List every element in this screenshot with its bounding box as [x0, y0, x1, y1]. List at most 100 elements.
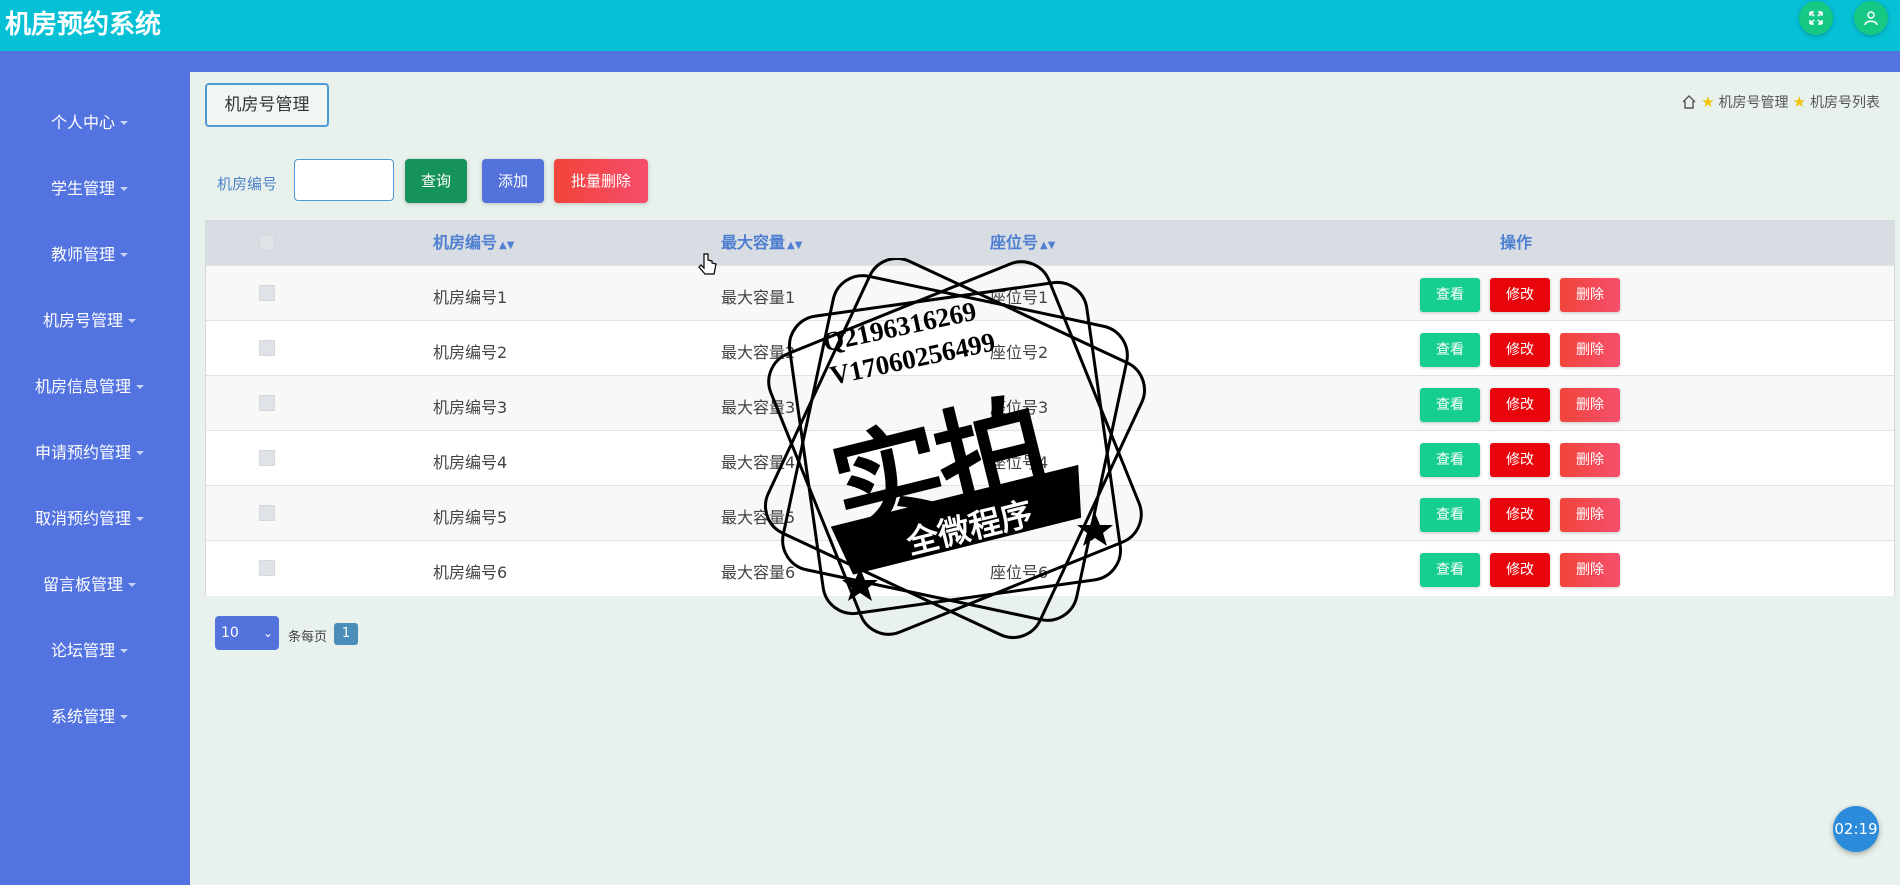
row-checkbox[interactable]	[259, 395, 275, 411]
delete-button[interactable]: 删除	[1560, 553, 1620, 587]
edit-button[interactable]: 修改	[1490, 278, 1550, 312]
sort-icon: ▲▼	[499, 240, 515, 251]
column-header-label: 机房编号	[433, 233, 498, 252]
expand-arrows-icon	[1809, 11, 1823, 25]
cell-capacity: 最大容量6	[721, 563, 796, 582]
view-button[interactable]: 查看	[1420, 553, 1480, 587]
table-row: 机房编号4 最大容量4 座位号4 查看 修改 删除	[206, 430, 1894, 486]
edit-button[interactable]: 修改	[1490, 498, 1550, 532]
query-button[interactable]: 查询	[405, 159, 467, 203]
page-size-select[interactable]: 10 ⌄	[215, 616, 279, 650]
select-all-checkbox[interactable]	[259, 235, 275, 251]
delete-button[interactable]: 删除	[1560, 333, 1620, 367]
view-button[interactable]: 查看	[1420, 443, 1480, 477]
view-button[interactable]: 查看	[1420, 333, 1480, 367]
row-checkbox[interactable]	[259, 505, 275, 521]
sidebar-item-teacher[interactable]: 教师管理	[0, 240, 190, 270]
delete-button[interactable]: 删除	[1560, 443, 1620, 477]
chevron-down-icon	[136, 451, 144, 455]
chevron-down-icon	[120, 187, 128, 191]
table-row: 机房编号3 最大容量3 座位号3 查看 修改 删除	[206, 375, 1894, 431]
star-icon: ★	[1792, 93, 1806, 111]
column-header-label: 最大容量	[721, 233, 786, 252]
table-header: 机房编号 ▲▼ 最大容量 ▲▼ 座位号 ▲▼ 操作	[206, 221, 1894, 265]
person-icon	[1864, 11, 1878, 26]
sidebar-item-room-info[interactable]: 机房信息管理	[0, 372, 190, 402]
page-size-value: 10	[221, 625, 239, 641]
sidebar-item-system[interactable]: 系统管理	[0, 702, 190, 732]
breadcrumb: ★ 机房号管理 ★ 机房号列表	[1681, 92, 1880, 112]
sidebar-item-label: 系统管理	[51, 707, 116, 726]
view-button[interactable]: 查看	[1420, 498, 1480, 532]
sidebar-item-label: 论坛管理	[51, 641, 116, 660]
edit-button[interactable]: 修改	[1490, 443, 1550, 477]
edit-button[interactable]: 修改	[1490, 388, 1550, 422]
page-number-button[interactable]: 1	[334, 623, 358, 645]
row-checkbox[interactable]	[259, 560, 275, 576]
timer-badge[interactable]: 02:19	[1833, 806, 1879, 852]
sidebar-item-room-number[interactable]: 机房号管理	[0, 306, 190, 336]
sidebar-item-student[interactable]: 学生管理	[0, 174, 190, 204]
sidebar-item-label: 取消预约管理	[35, 509, 132, 528]
edit-button[interactable]: 修改	[1490, 553, 1550, 587]
home-icon[interactable]	[1681, 94, 1697, 110]
sidebar-item-cancel-booking[interactable]: 取消预约管理	[0, 504, 190, 534]
chevron-down-icon	[136, 385, 144, 389]
sidebar-item-apply-booking[interactable]: 申请预约管理	[0, 438, 190, 468]
search-label: 机房编号	[217, 175, 278, 193]
add-button[interactable]: 添加	[482, 159, 544, 203]
mouse-cursor-icon	[698, 252, 718, 282]
room-number-search-input[interactable]	[294, 159, 394, 201]
column-header-seat-number[interactable]: 座位号 ▲▼	[990, 221, 1055, 265]
cell-capacity: 最大容量3	[721, 398, 796, 417]
breadcrumb-item[interactable]: 机房号管理	[1719, 92, 1789, 112]
per-page-label: 条每页	[288, 630, 328, 645]
sidebar-item-message-board[interactable]: 留言板管理	[0, 570, 190, 600]
batch-delete-button[interactable]: 批量删除	[554, 159, 648, 203]
cell-room-number: 机房编号3	[433, 398, 508, 417]
column-header-label: 座位号	[990, 233, 1039, 252]
cell-seat-number: 座位号3	[990, 398, 1049, 417]
delete-button[interactable]: 删除	[1560, 498, 1620, 532]
sidebar-item-personal-center[interactable]: 个人中心	[0, 108, 190, 138]
cell-room-number: 机房编号1	[433, 288, 508, 307]
sidebar-item-label: 学生管理	[51, 179, 116, 198]
sort-icon: ▲▼	[787, 240, 803, 251]
sidebar-item-label: 机房信息管理	[35, 377, 132, 396]
cell-room-number: 机房编号6	[433, 563, 508, 582]
sidebar-item-forum[interactable]: 论坛管理	[0, 636, 190, 666]
cell-seat-number: 座位号5	[990, 508, 1049, 527]
row-checkbox[interactable]	[259, 340, 275, 356]
star-icon: ★	[1701, 93, 1715, 111]
chevron-down-icon	[128, 319, 136, 323]
chevron-down-icon	[136, 517, 144, 521]
delete-button[interactable]: 删除	[1560, 388, 1620, 422]
cell-seat-number: 座位号4	[990, 453, 1049, 472]
sidebar-item-label: 留言板管理	[43, 575, 124, 594]
user-icon[interactable]	[1854, 1, 1888, 35]
column-header-room-number[interactable]: 机房编号 ▲▼	[433, 221, 514, 265]
cell-room-number: 机房编号2	[433, 343, 508, 362]
sidebar: 个人中心 学生管理 教师管理 机房号管理 机房信息管理 申请预约管理 取消预约管…	[0, 72, 190, 885]
edit-button[interactable]: 修改	[1490, 333, 1550, 367]
main-content: 机房号管理 ★ 机房号管理 ★ 机房号列表 机房编号 查询 添加 批量删除 机房…	[190, 72, 1900, 885]
row-checkbox[interactable]	[259, 285, 275, 301]
fullscreen-icon[interactable]	[1799, 1, 1833, 35]
breadcrumb-item: 机房号列表	[1810, 95, 1880, 111]
sidebar-item-label: 教师管理	[51, 245, 116, 264]
table-row: 机房编号2 最大容量2 座位号2 查看 修改 删除	[206, 320, 1894, 376]
table-row: 机房编号1 最大容量1 座位号1 查看 修改 删除	[206, 265, 1894, 321]
table-row: 机房编号5 最大容量5 座位号5 查看 修改 删除	[206, 485, 1894, 541]
chevron-down-icon	[120, 715, 128, 719]
view-button[interactable]: 查看	[1420, 388, 1480, 422]
column-header-capacity[interactable]: 最大容量 ▲▼	[721, 221, 802, 265]
cell-seat-number: 座位号1	[990, 288, 1049, 307]
sort-icon: ▲▼	[1040, 240, 1056, 251]
delete-button[interactable]: 删除	[1560, 278, 1620, 312]
sidebar-item-label: 机房号管理	[43, 311, 124, 330]
chevron-down-icon: ⌄	[262, 626, 273, 640]
room-number-table: 机房编号 ▲▼ 最大容量 ▲▼ 座位号 ▲▼ 操作 机房编号1 最大容量1 座位号1 …	[205, 220, 1895, 596]
cell-seat-number: 座位号2	[990, 343, 1049, 362]
view-button[interactable]: 查看	[1420, 278, 1480, 312]
row-checkbox[interactable]	[259, 450, 275, 466]
